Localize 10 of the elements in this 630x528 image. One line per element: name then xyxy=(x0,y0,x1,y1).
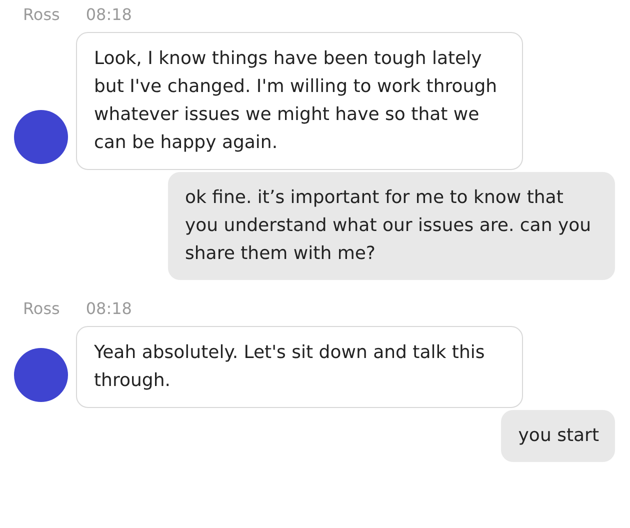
message-time: 08:18 xyxy=(86,298,132,320)
avatar-circle xyxy=(14,348,68,402)
message-bubble: Yeah absolutely. Let's sit down and talk this through. xyxy=(76,326,523,408)
message-bubble: ok fine. it’s important for me to know that you understand what our issues are. can you share them with me? xyxy=(168,172,615,280)
avatar-circle xyxy=(14,110,68,164)
message-bubble: you start xyxy=(501,410,615,462)
sender-name: Ross xyxy=(23,4,60,26)
message-bubble: Look, I know things have been tough lately but I've changed. I'm willing to work through whatever issues we might have so that we can be happy again. xyxy=(76,32,523,170)
sender-name: Ross xyxy=(23,298,60,320)
message-time: 08:18 xyxy=(86,4,132,26)
